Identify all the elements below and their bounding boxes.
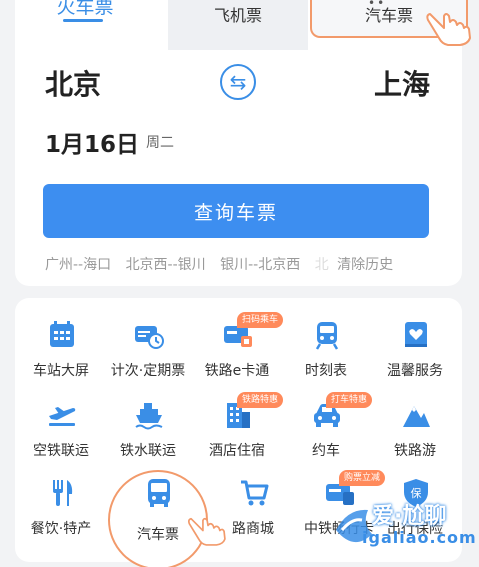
tab-bus-top-icon: •• [368,0,387,10]
watermark-domain: igaliao.com [362,528,477,547]
service-ship-rail[interactable]: 铁水联运 [105,400,191,470]
promo-badge: 打车特惠 [326,392,373,408]
heart-service-icon [405,322,427,347]
service-timetable[interactable]: 时刻表 [283,320,369,390]
watermark-name: 爱·尬聊 [372,504,447,529]
departure-city[interactable]: 北京 [45,63,101,103]
service-ticket-plan[interactable]: 计次·定期票 [105,320,191,390]
service-plane-rail[interactable]: 空铁联运 [18,400,104,470]
travel-weekday: 周二 [146,135,174,151]
service-station-screen[interactable]: 车站大屏 [18,320,104,390]
plane-rail-icon [49,407,76,426]
tab-train[interactable]: 火车票 [15,0,155,36]
pointer-hand-icon [426,13,471,46]
mountain-icon [403,406,430,427]
ship-rail-icon [135,403,163,430]
service-rail-tour[interactable]: 铁路游 [372,400,458,470]
history-overflow-fade: 北 [314,257,329,273]
tab-train-underline [63,19,103,22]
service-label: 温馨服务 [387,363,443,379]
tab-flight[interactable]: 飞机票 [168,0,308,50]
promo-badge: 扫码乘车 [237,312,284,328]
query-tickets-button[interactable]: 查询车票 [43,184,429,238]
travel-date[interactable]: 1月16日 [45,125,139,159]
station-screen-icon [50,321,74,347]
pointer-hand-icon [187,517,226,546]
history-item[interactable]: 广州--海口 [45,257,111,273]
service-food[interactable]: 餐饮·特产 [18,478,104,548]
swap-icon: ⇆ [229,70,247,94]
swap-cities-button[interactable]: ⇆ [220,64,256,100]
service-label: 铁路游 [394,443,436,459]
cutlery-icon [53,480,73,506]
search-history: 广州--海口 北京西--银川 银川--北京西 北 清除历史 [45,254,393,274]
history-item[interactable]: 银川--北京西 [220,257,300,273]
service-e-card[interactable]: 扫码乘车 铁路e卡通 [194,312,284,390]
ticket-clock-icon [135,326,164,349]
clear-history-button[interactable]: 清除历史 [337,257,393,273]
cart-icon [241,480,269,506]
service-label: 餐饮·特产 [30,521,92,537]
service-ride-hailing[interactable]: 打车特惠 约车 [283,392,373,470]
service-care[interactable]: 温馨服务 [372,320,458,390]
promo-badge: 铁路特惠 [237,392,284,408]
arrival-city[interactable]: 上海 [374,63,430,103]
bus-icon [148,479,170,507]
tab-train-label: 火车票 [56,0,114,18]
tab-flight-label: 飞机票 [213,6,262,25]
service-hotel[interactable]: 铁路特惠 酒店住宿 [194,392,284,470]
train-timetable-icon [315,322,339,350]
history-item[interactable]: 北京西--银川 [126,257,206,273]
